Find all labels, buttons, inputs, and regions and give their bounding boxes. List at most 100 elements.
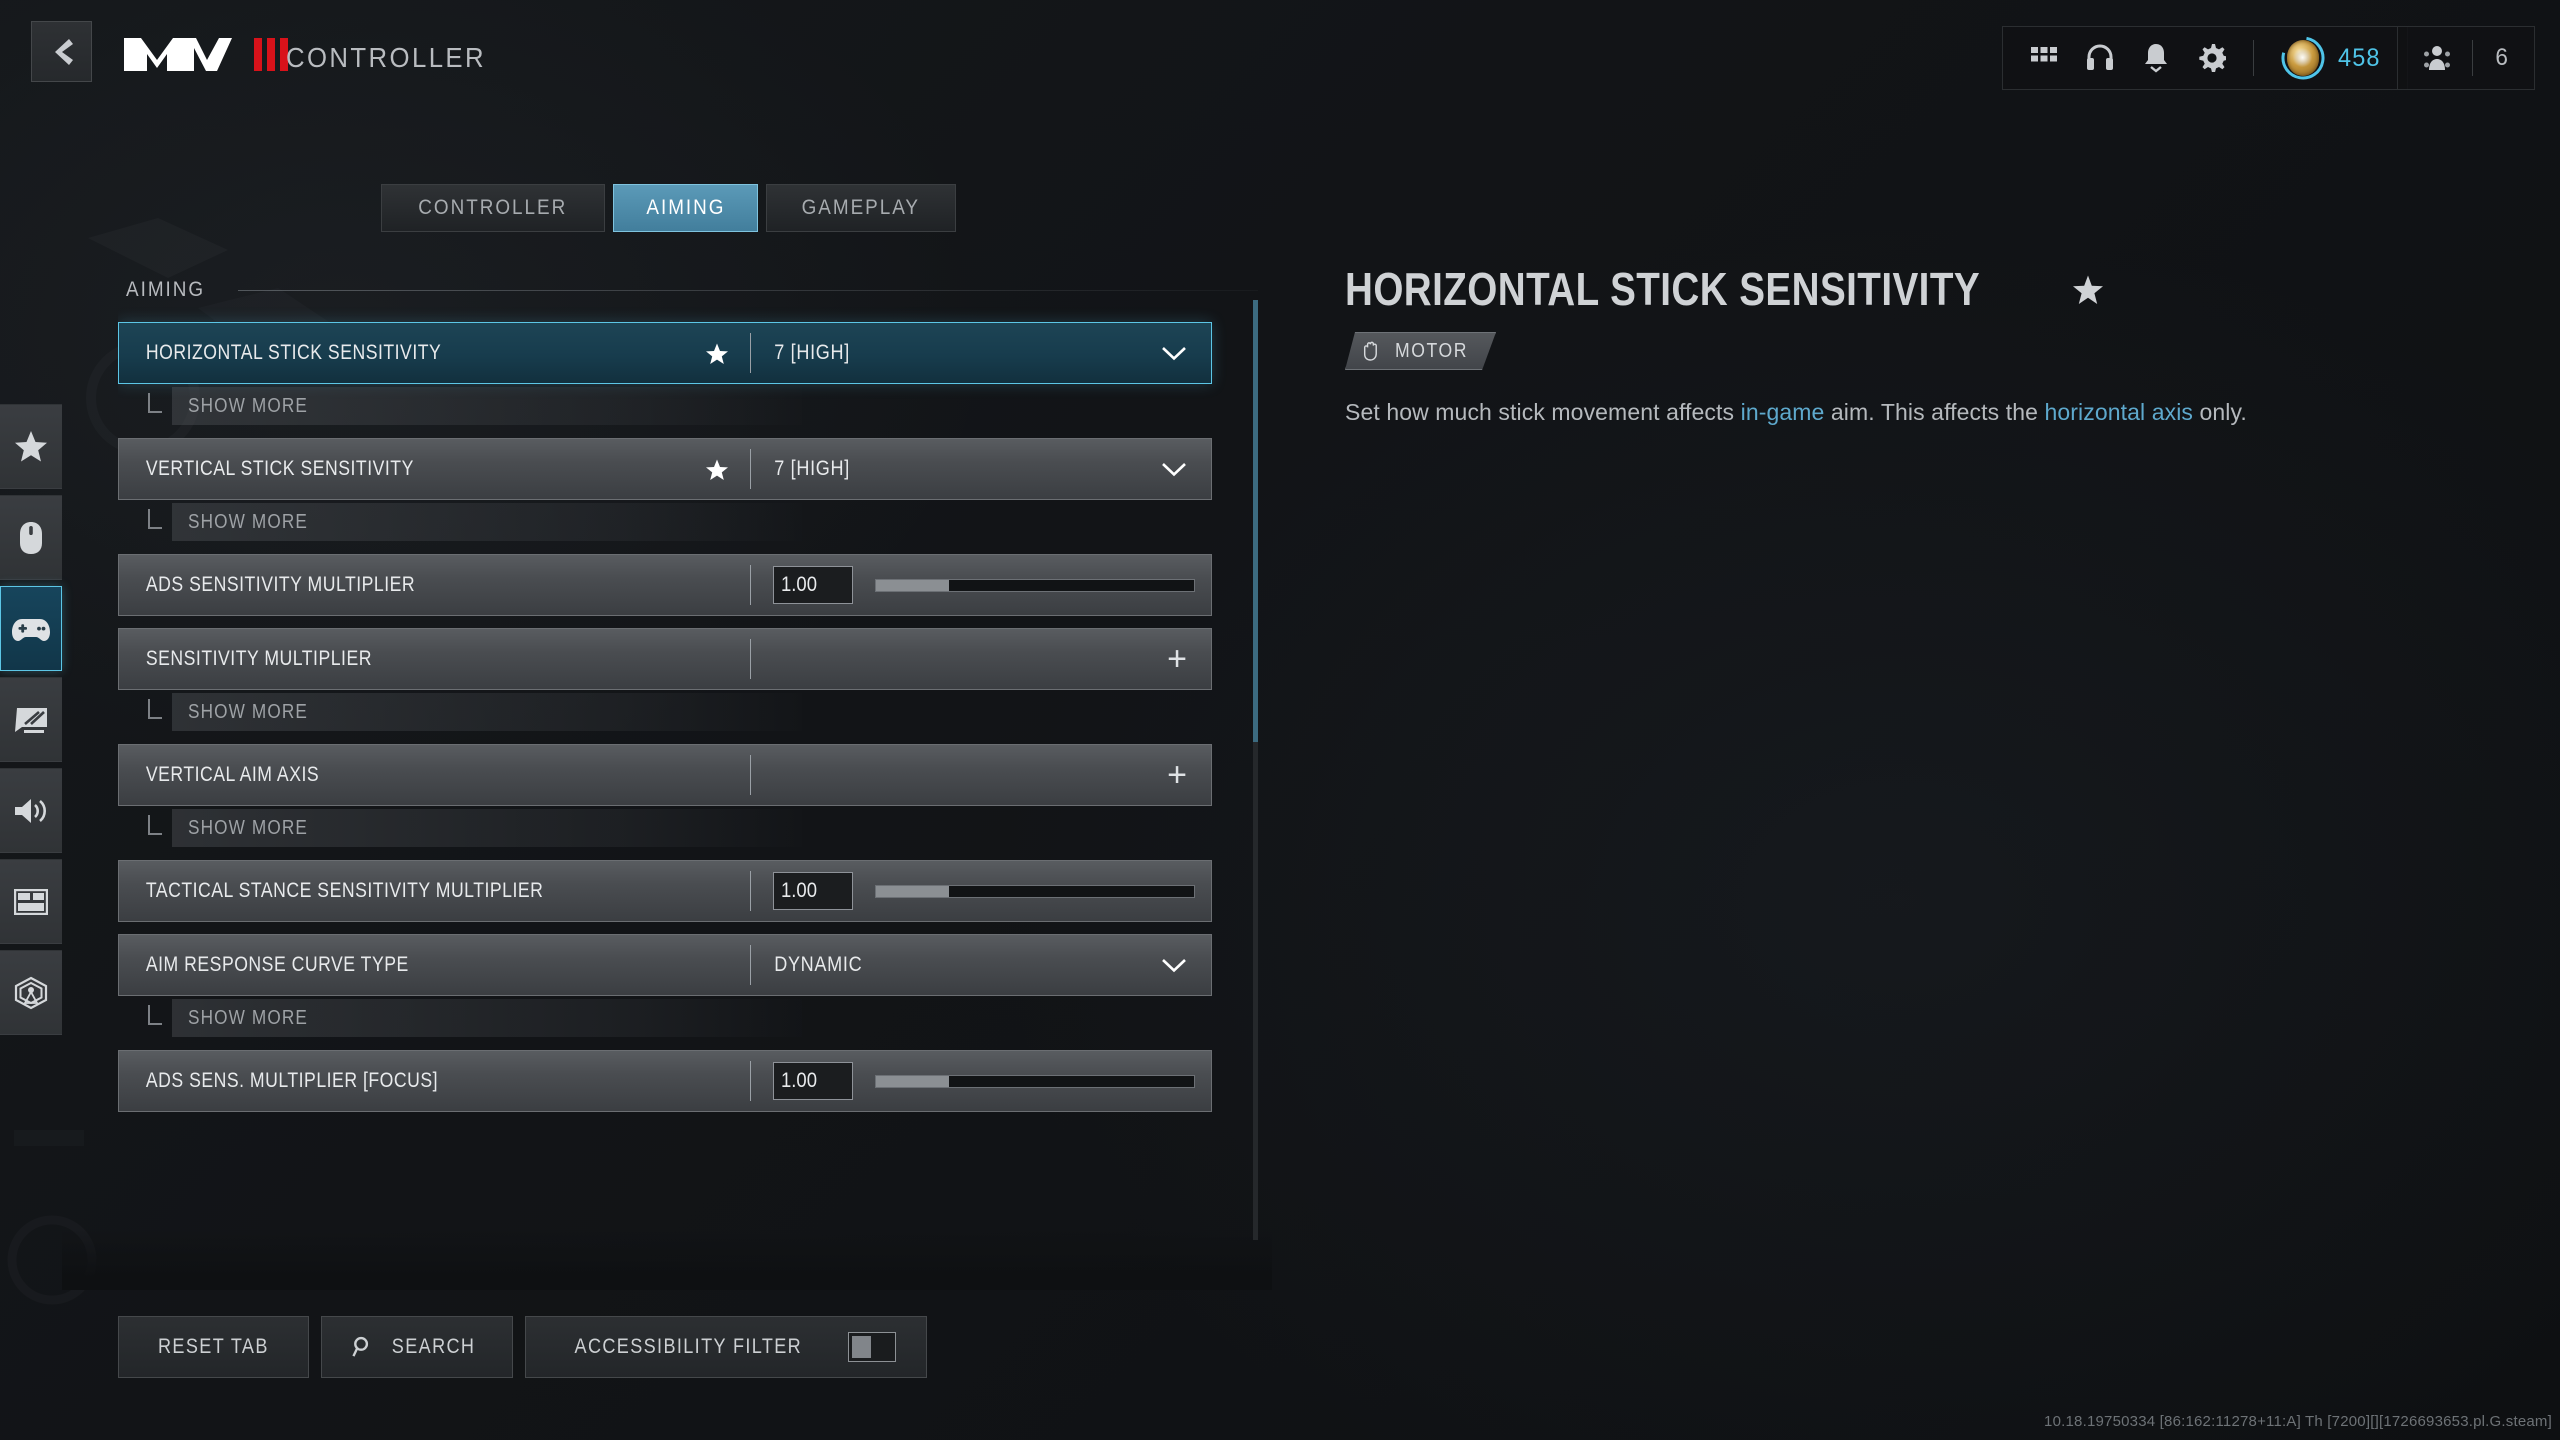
favorite-star-icon[interactable] bbox=[706, 459, 728, 480]
setting-control[interactable]: 1.00 bbox=[751, 555, 1211, 615]
show-more-label: SHOW MORE bbox=[188, 394, 308, 417]
section-rule bbox=[237, 289, 1258, 291]
setting-control[interactable]: 7 [HIGH] bbox=[751, 439, 1211, 499]
status-badge-motor: MOTOR bbox=[1345, 332, 1496, 370]
bell-notifications-icon[interactable] bbox=[2141, 43, 2171, 73]
speaker-icon bbox=[15, 798, 46, 823]
favorite-star-icon[interactable] bbox=[706, 343, 728, 364]
badge-label: MOTOR bbox=[1394, 339, 1469, 362]
monitor-icon bbox=[15, 707, 47, 733]
detail-description: Set how much stick movement affects in-g… bbox=[1345, 396, 2445, 429]
tree-elbow-icon bbox=[148, 509, 162, 529]
show-more-label: SHOW MORE bbox=[188, 1006, 308, 1029]
show-more-vertical-stick-sensitivity[interactable]: SHOW MORE bbox=[148, 502, 1258, 542]
list-scrollbar-track[interactable] bbox=[1253, 300, 1258, 1240]
top-header: CONTROLLER 458 6 bbox=[0, 0, 2560, 118]
reset-tab-button[interactable]: RESET TAB bbox=[118, 1316, 309, 1378]
search-icon bbox=[352, 1336, 368, 1357]
setting-control[interactable]: 1.00 bbox=[751, 1051, 1211, 1111]
show-more-vertical-aim-axis[interactable]: SHOW MORE bbox=[148, 808, 1258, 848]
show-more-label: SHOW MORE bbox=[188, 816, 308, 839]
mw3-three-bars-icon bbox=[254, 38, 288, 71]
section-header: AIMING bbox=[118, 270, 1258, 310]
expand-plus-icon[interactable]: + bbox=[1167, 758, 1187, 792]
settings-screen: CONTROLLER 458 6 CONTROLLER AIMING GAMEP… bbox=[0, 0, 2560, 1440]
slider-fill bbox=[876, 1075, 950, 1087]
desc-part: only. bbox=[2193, 399, 2247, 425]
gear-settings-icon[interactable] bbox=[2197, 43, 2227, 73]
toggle-knob bbox=[851, 1336, 871, 1358]
sidebar-item-account-network[interactable] bbox=[0, 950, 62, 1035]
setting-row-ads-sens-multiplier-focus[interactable]: ADS SENS. MULTIPLIER [FOCUS] 1.00 bbox=[118, 1050, 1212, 1112]
tab-controller[interactable]: CONTROLLER bbox=[381, 184, 605, 232]
setting-label: AIM RESPONSE CURVE TYPE bbox=[145, 953, 409, 976]
desc-part-highlight[interactable]: in-game bbox=[1741, 399, 1825, 425]
setting-control[interactable]: + bbox=[751, 629, 1211, 689]
grid-apps-icon[interactable] bbox=[2029, 43, 2059, 73]
tree-elbow-icon bbox=[148, 699, 162, 719]
setting-value: 7 [HIGH] bbox=[774, 457, 850, 480]
search-button[interactable]: SEARCH bbox=[320, 1316, 513, 1378]
accessibility-filter-toggle[interactable]: ACCESSIBILITY FILTER bbox=[524, 1316, 927, 1378]
slider-fill bbox=[876, 885, 950, 897]
chevron-down-icon[interactable] bbox=[1161, 462, 1187, 477]
detail-title-row: HORIZONTAL STICK SENSITIVITY bbox=[1345, 262, 2445, 316]
headset-icon[interactable] bbox=[2085, 43, 2115, 73]
toggle-switch[interactable] bbox=[847, 1332, 896, 1362]
sidebar-item-mouse-keyboard[interactable] bbox=[0, 495, 62, 580]
desc-part-highlight[interactable]: horizontal axis bbox=[2044, 399, 2193, 425]
show-more-horizontal-stick-sensitivity[interactable]: SHOW MORE bbox=[148, 386, 1258, 426]
rank-progress[interactable]: 458 bbox=[2280, 35, 2383, 81]
setting-row-vertical-stick-sensitivity[interactable]: VERTICAL STICK SENSITIVITY 7 [HIGH] bbox=[118, 438, 1212, 500]
list-scrollbar-thumb[interactable] bbox=[1253, 300, 1258, 742]
rank-count: 458 bbox=[2337, 43, 2381, 72]
setting-row-horizontal-stick-sensitivity[interactable]: HORIZONTAL STICK SENSITIVITY 7 [HIGH] bbox=[118, 322, 1212, 384]
slider-track[interactable] bbox=[875, 578, 1195, 592]
setting-label: VERTICAL AIM AXIS bbox=[145, 763, 320, 786]
setting-label: ADS SENSITIVITY MULTIPLIER bbox=[145, 573, 416, 596]
tab-aiming[interactable]: AIMING bbox=[612, 184, 759, 232]
expand-plus-icon[interactable]: + bbox=[1167, 642, 1187, 676]
squad-count: 6 bbox=[2495, 44, 2508, 71]
desc-part: aim. This affects the bbox=[1824, 399, 2045, 425]
show-more-aim-response-curve-type[interactable]: SHOW MORE bbox=[148, 998, 1258, 1038]
hud-cluster: 458 bbox=[2001, 26, 2408, 90]
setting-control[interactable]: + bbox=[751, 745, 1211, 805]
setting-label: TACTICAL STANCE SENSITIVITY MULTIPLIER bbox=[145, 879, 544, 902]
slider-track[interactable] bbox=[875, 1074, 1195, 1088]
setting-control[interactable]: DYNAMIC bbox=[751, 935, 1211, 995]
value-input[interactable]: 1.00 bbox=[773, 872, 853, 910]
chevron-down-icon[interactable] bbox=[1161, 958, 1187, 973]
setting-row-ads-sensitivity-multiplier[interactable]: ADS SENSITIVITY MULTIPLIER 1.00 bbox=[118, 554, 1212, 616]
tab-gameplay[interactable]: GAMEPLAY bbox=[766, 184, 956, 232]
setting-row-vertical-aim-axis[interactable]: VERTICAL AIM AXIS + bbox=[118, 744, 1212, 806]
layout-panel-icon bbox=[14, 888, 48, 915]
sidebar-item-audio[interactable] bbox=[0, 768, 62, 853]
rank-medal-icon bbox=[2280, 35, 2326, 81]
mw3-logo bbox=[124, 38, 288, 71]
slider-track[interactable] bbox=[875, 884, 1195, 898]
tree-elbow-icon bbox=[148, 815, 162, 835]
setting-row-tactical-stance-sensitivity-multiplier[interactable]: TACTICAL STANCE SENSITIVITY MULTIPLIER 1… bbox=[118, 860, 1212, 922]
sidebar-item-graphics[interactable] bbox=[0, 677, 62, 762]
setting-row-aim-response-curve-type[interactable]: AIM RESPONSE CURVE TYPE DYNAMIC bbox=[118, 934, 1212, 996]
value-input[interactable]: 1.00 bbox=[773, 1062, 853, 1100]
value-input[interactable]: 1.00 bbox=[773, 566, 853, 604]
squad-cluster[interactable]: 6 bbox=[2396, 26, 2535, 90]
sidebar-item-favorites[interactable] bbox=[0, 404, 62, 489]
sidebar-item-interface[interactable] bbox=[0, 859, 62, 944]
radar-broadcast-icon bbox=[14, 976, 48, 1009]
build-version-string: 10.18.19750334 [86:162:11278+11:A] Th [7… bbox=[2044, 1413, 2552, 1430]
sidebar-item-controller[interactable] bbox=[0, 586, 62, 671]
back-button[interactable] bbox=[31, 21, 92, 82]
hand-motor-icon bbox=[1362, 341, 1380, 361]
setting-row-sensitivity-multiplier[interactable]: SENSITIVITY MULTIPLIER + bbox=[118, 628, 1212, 690]
slider-fill bbox=[876, 579, 950, 591]
show-more-sensitivity-multiplier[interactable]: SHOW MORE bbox=[148, 692, 1258, 732]
tree-elbow-icon bbox=[148, 1005, 162, 1025]
setting-control[interactable]: 7 [HIGH] bbox=[751, 323, 1211, 383]
setting-control[interactable]: 1.00 bbox=[751, 861, 1211, 921]
chevron-down-icon[interactable] bbox=[1161, 346, 1187, 361]
gamepad-icon bbox=[12, 618, 50, 641]
tree-elbow-icon bbox=[148, 393, 162, 413]
